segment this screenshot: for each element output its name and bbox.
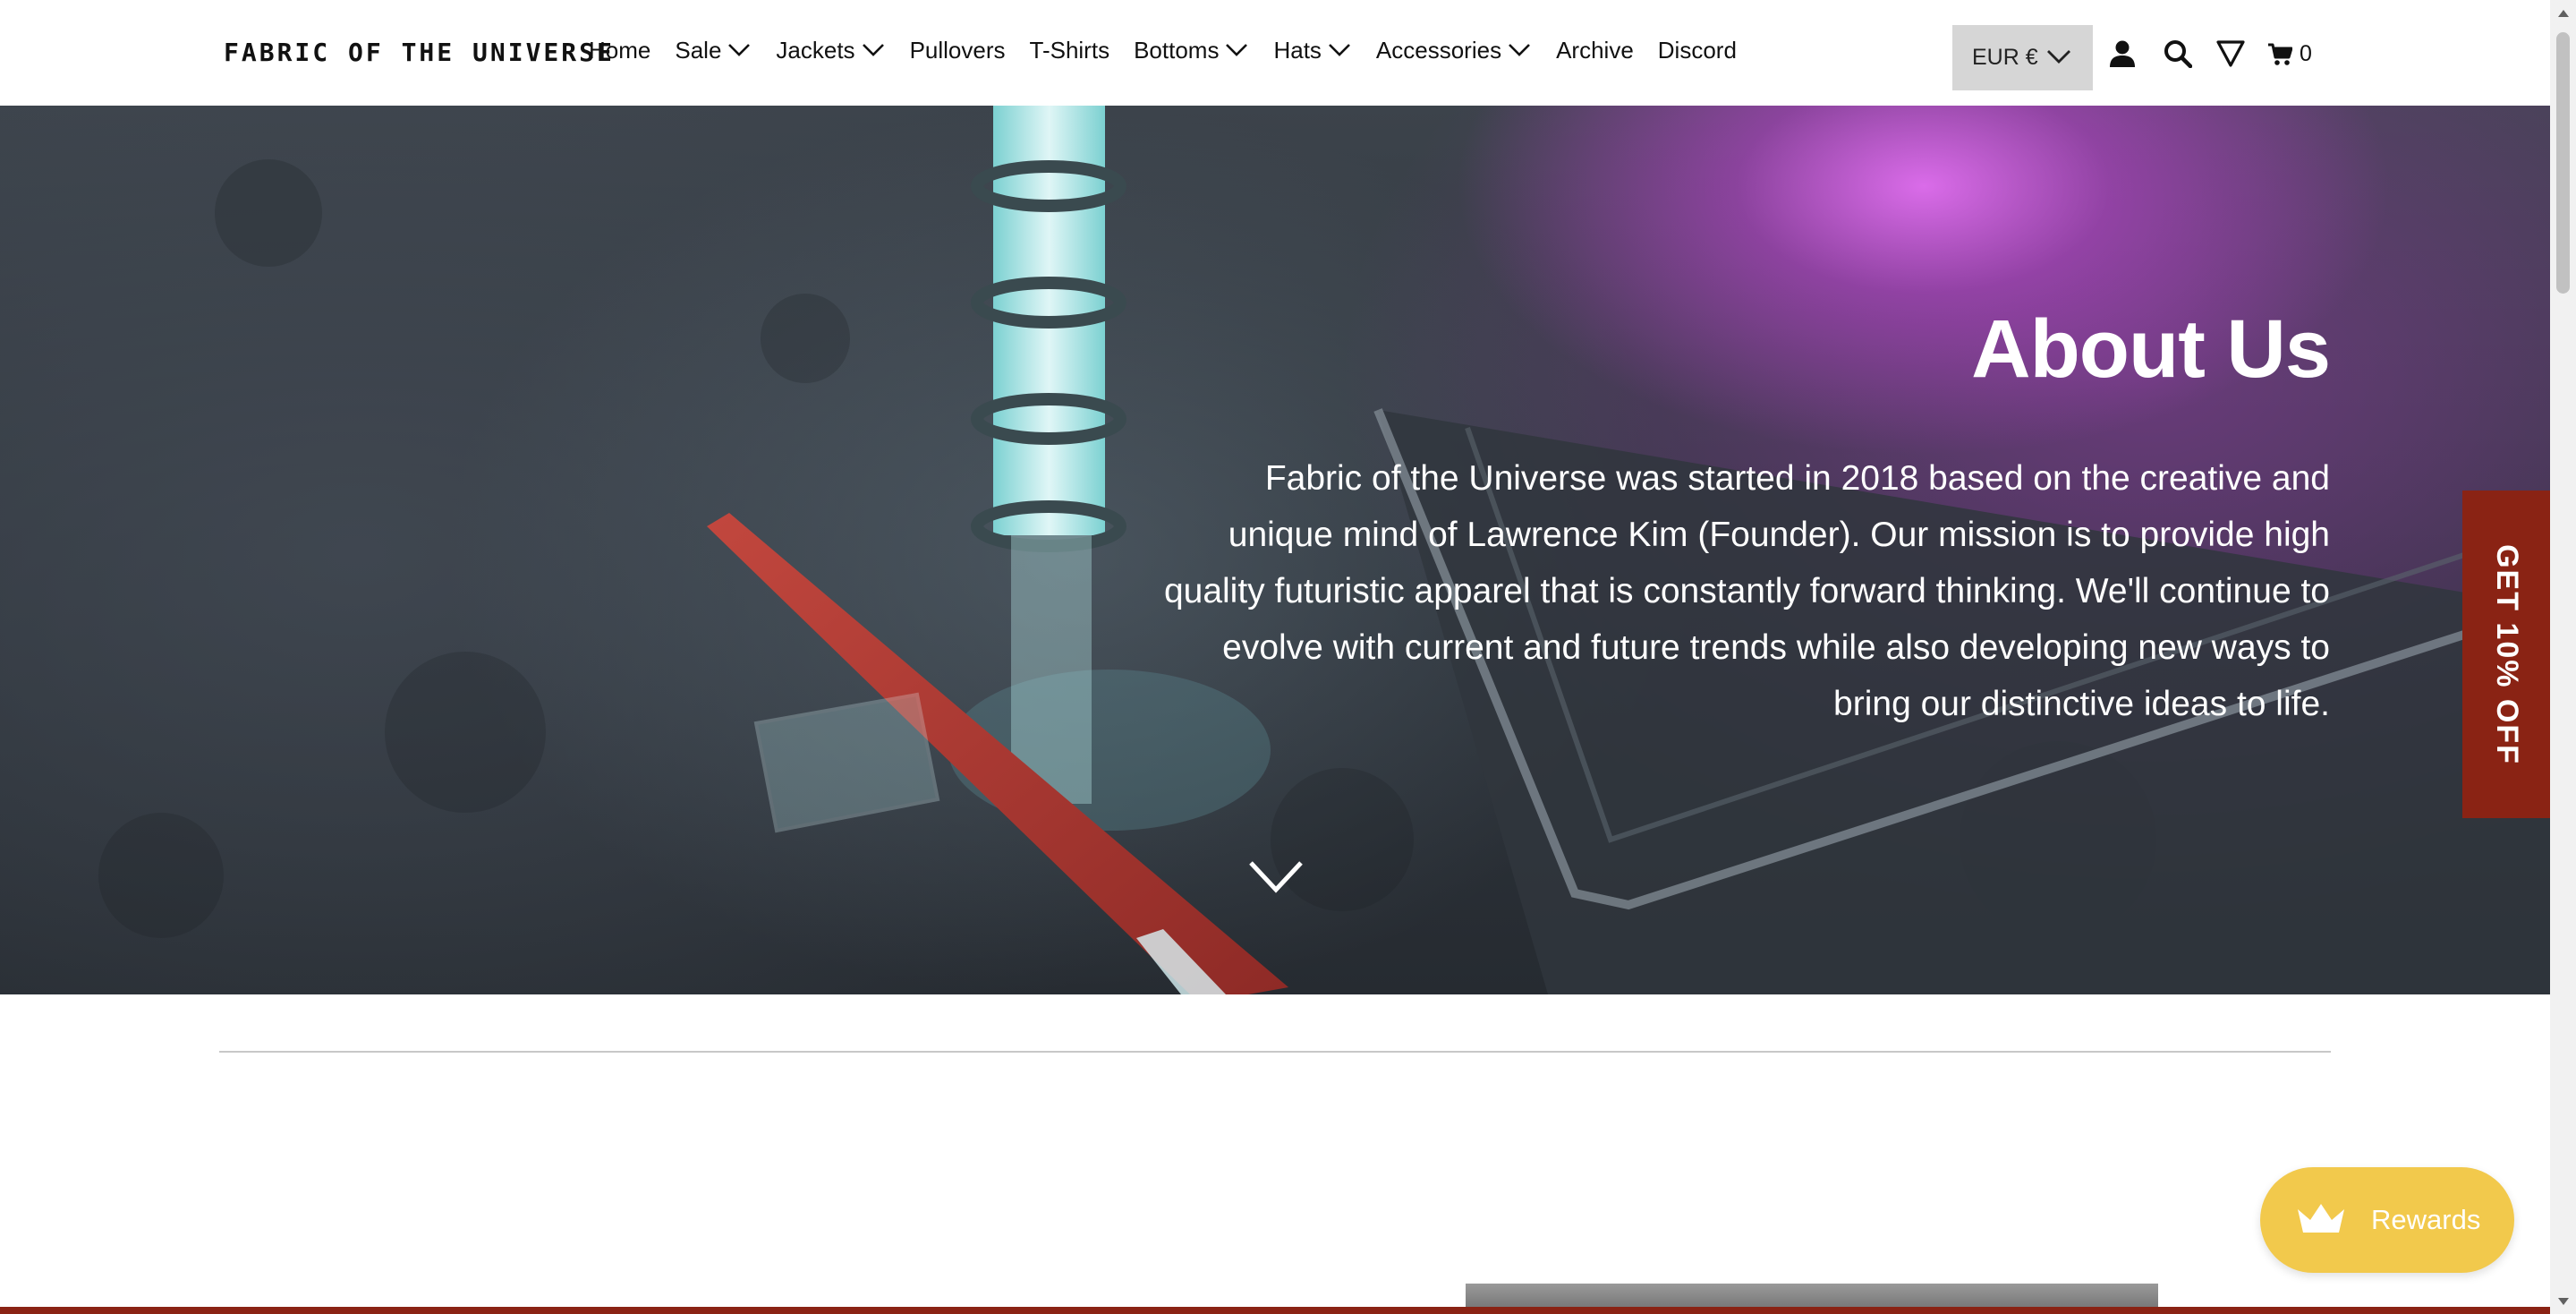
nav-label: Bottoms <box>1134 36 1220 64</box>
nav-item-accessories[interactable]: Accessories <box>1376 32 1532 68</box>
caret-down-icon <box>2557 1297 2569 1305</box>
currency-selector[interactable]: EUR € <box>1952 25 2093 90</box>
nav-item-jackets[interactable]: Jackets <box>776 32 885 68</box>
nav-item-sale[interactable]: Sale <box>675 32 752 68</box>
nav-label: Discord <box>1657 36 1737 64</box>
chevron-down-icon <box>1329 44 1350 56</box>
nav-item-tshirts[interactable]: T-Shirts <box>1030 32 1110 68</box>
site-header: FABRIC OF THE UNIVERSE Home Sale Jackets… <box>0 0 2550 106</box>
currency-value: EUR € <box>1972 45 2038 70</box>
chevron-down-icon[interactable] <box>1248 859 1304 895</box>
crown-icon <box>2298 1204 2344 1233</box>
rewards-label: Rewards <box>2371 1204 2481 1235</box>
nav-item-archive[interactable]: Archive <box>1556 32 1634 68</box>
discount-tab[interactable]: GET 10% OFF <box>2462 491 2550 818</box>
chevron-down-icon <box>1226 44 1248 56</box>
cart-icon[interactable] <box>2267 42 2292 67</box>
chevron-down-icon <box>728 44 751 56</box>
rewards-button[interactable]: Rewards <box>2260 1167 2514 1273</box>
scrollbar-thumb[interactable] <box>2556 32 2570 294</box>
scroll-down-arrow[interactable] <box>2550 1288 2576 1314</box>
nav-item-discord[interactable]: Discord <box>1658 32 1737 68</box>
main-nav: Home Sale Jackets Pullovers T-Shirts Bot… <box>589 32 1761 68</box>
filter-icon[interactable] <box>2216 39 2245 68</box>
bottom-accent-bar <box>0 1307 2550 1314</box>
account-icon[interactable] <box>2108 39 2137 68</box>
about-description: Fabric of the Universe was started in 20… <box>1163 459 2330 723</box>
nav-item-pullovers[interactable]: Pullovers <box>910 32 1006 68</box>
section-divider <box>219 1051 2331 1053</box>
nav-label: Home <box>589 36 651 64</box>
site-logo[interactable]: FABRIC OF THE UNIVERSE <box>224 38 615 68</box>
nav-item-home[interactable]: Home <box>589 32 650 68</box>
nav-label: T-Shirts <box>1029 36 1110 64</box>
nav-label: Hats <box>1273 36 1322 64</box>
search-icon[interactable] <box>2164 39 2192 68</box>
nav-item-bottoms[interactable]: Bottoms <box>1134 32 1249 68</box>
nav-label: Accessories <box>1375 36 1502 64</box>
nav-label: Archive <box>1556 36 1634 64</box>
nav-item-hats[interactable]: Hats <box>1273 32 1351 68</box>
scroll-up-arrow[interactable] <box>2550 0 2576 26</box>
page-title: About Us <box>1971 303 2331 395</box>
discount-tab-label: GET 10% OFF <box>2489 543 2524 765</box>
chevron-down-icon <box>1509 44 1530 56</box>
chevron-down-icon <box>862 44 884 56</box>
nav-label: Sale <box>675 36 722 64</box>
chevron-down-icon <box>2047 50 2070 64</box>
page-scrollbar[interactable] <box>2550 0 2576 1314</box>
cart-count[interactable]: 0 <box>2300 41 2312 67</box>
caret-up-icon <box>2557 9 2569 17</box>
hero-banner: About Us Fabric of the Universe was star… <box>0 106 2550 994</box>
nav-label: Jackets <box>776 36 855 64</box>
nav-label: Pullovers <box>909 36 1006 64</box>
